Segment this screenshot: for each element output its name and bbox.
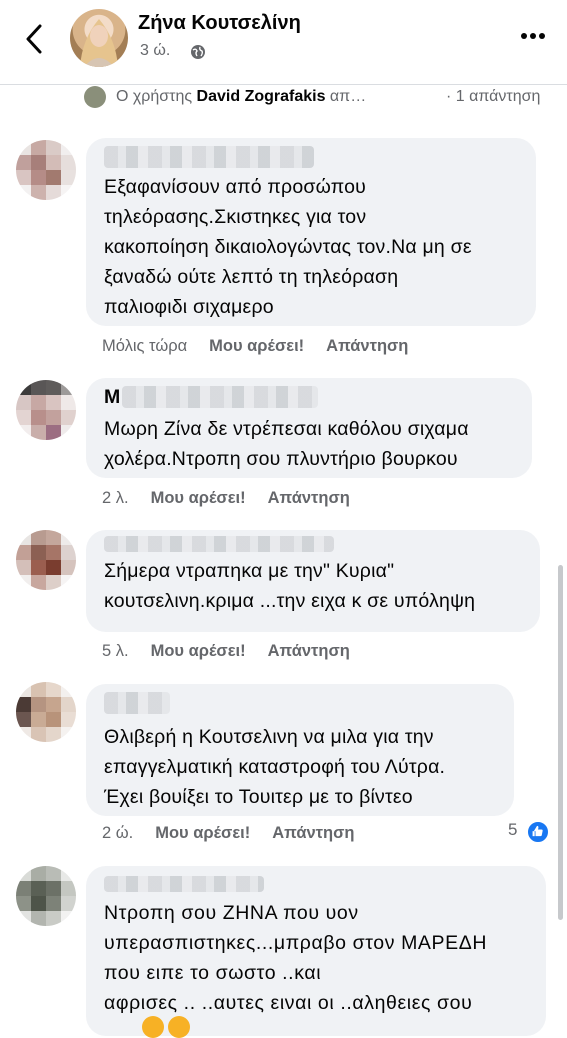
emoji-icon bbox=[168, 1016, 190, 1038]
replier-avatar bbox=[84, 86, 106, 108]
reply-count[interactable]: · 1 απάντηση bbox=[446, 88, 540, 106]
globe-icon bbox=[191, 45, 205, 59]
comment-text: Σήμερα ντραπηκα με την" Κυρια" κουτσελιν… bbox=[104, 560, 476, 612]
back-arrow-icon[interactable] bbox=[20, 22, 50, 56]
replied-thread-link[interactable]: Ο χρήστης David Zografakis απ… · 1 απάντ… bbox=[84, 86, 567, 112]
post-header: Ζήνα Κουτσελίνη 3 ώ. bbox=[0, 0, 567, 85]
comment-bubble[interactable]: Εξαφανίσουν από προσώπου τηλεόρασης.Σκισ… bbox=[86, 138, 536, 326]
reply-button[interactable]: Απάντηση bbox=[272, 824, 354, 842]
comment-text: Μωρη Ζίνα δε ντρέπεσαι καθόλου σιχαμα χο… bbox=[104, 418, 469, 470]
post-time[interactable]: 3 ώ. bbox=[140, 42, 170, 60]
comment-bubble[interactable]: Ντροπη σου ΖΗΝΑ που υον υπερασπιστηκες..… bbox=[86, 866, 546, 1036]
comment-time: 2 λ. bbox=[102, 489, 129, 507]
commenter-avatar[interactable] bbox=[16, 682, 76, 742]
redacted-author-name bbox=[122, 386, 318, 408]
like-button[interactable]: Μου αρέσει! bbox=[151, 489, 246, 507]
redacted-author-name bbox=[104, 146, 314, 168]
comment-actions: 2 ώ. Μου αρέσει! Απάντηση bbox=[102, 824, 376, 843]
strip-prefix: Ο χρήστης bbox=[116, 88, 197, 105]
commenter-avatar[interactable] bbox=[16, 530, 76, 590]
reply-button[interactable]: Απάντηση bbox=[326, 337, 408, 355]
comment-actions: Μόλις τώρα Μου αρέσει! Απάντηση bbox=[102, 337, 430, 356]
scrollbar[interactable] bbox=[558, 565, 563, 920]
comment-bubble[interactable]: Θλιβερή η Κουτσελινη να μιλα για την επα… bbox=[86, 684, 514, 816]
comment-text: Ντροπη σου ΖΗΝΑ που υον υπερασπιστηκες..… bbox=[104, 902, 488, 1014]
comment-time: 2 ώ. bbox=[102, 824, 134, 842]
like-button[interactable]: Μου αρέσει! bbox=[151, 642, 246, 660]
comment-bubble[interactable]: Μ Μωρη Ζίνα δε ντρέπεσαι καθόλου σιχαμα … bbox=[86, 378, 532, 478]
redacted-author-name bbox=[104, 692, 170, 714]
comment-text: Εξαφανίσουν από προσώπου τηλεόρασης.Σκισ… bbox=[104, 176, 472, 318]
strip-suffix: απ… bbox=[325, 88, 367, 105]
reaction-count[interactable]: 5 bbox=[508, 820, 517, 840]
commenter-avatar[interactable] bbox=[16, 140, 76, 200]
like-button[interactable]: Μου αρέσει! bbox=[209, 337, 304, 355]
commenter-avatar[interactable] bbox=[16, 380, 76, 440]
redacted-author-name bbox=[104, 536, 334, 552]
comment-author[interactable]: Μ bbox=[104, 382, 120, 412]
commenter-avatar[interactable] bbox=[16, 866, 76, 926]
reply-button[interactable]: Απάντηση bbox=[268, 642, 350, 660]
like-button[interactable]: Μου αρέσει! bbox=[155, 824, 250, 842]
reply-button[interactable]: Απάντηση bbox=[268, 489, 350, 507]
comment-text: Θλιβερή η Κουτσελινη να μιλα για την επα… bbox=[104, 726, 446, 808]
comment-bubble[interactable]: Σήμερα ντραπηκα με την" Κυρια" κουτσελιν… bbox=[86, 530, 540, 632]
like-thumb-icon[interactable] bbox=[526, 820, 550, 844]
comment-actions: 5 λ. Μου αρέσει! Απάντηση bbox=[102, 642, 372, 661]
comment-time: 5 λ. bbox=[102, 642, 129, 660]
redacted-author-name bbox=[104, 876, 264, 892]
comment-actions: 2 λ. Μου αρέσει! Απάντηση bbox=[102, 489, 372, 508]
author-name[interactable]: Ζήνα Κουτσελίνη bbox=[138, 12, 301, 35]
author-avatar[interactable] bbox=[70, 9, 128, 67]
emoji-icon bbox=[142, 1016, 164, 1038]
comment-time: Μόλις τώρα bbox=[102, 337, 188, 355]
strip-user[interactable]: David Zografakis bbox=[197, 88, 326, 105]
more-options-icon[interactable] bbox=[520, 30, 546, 42]
